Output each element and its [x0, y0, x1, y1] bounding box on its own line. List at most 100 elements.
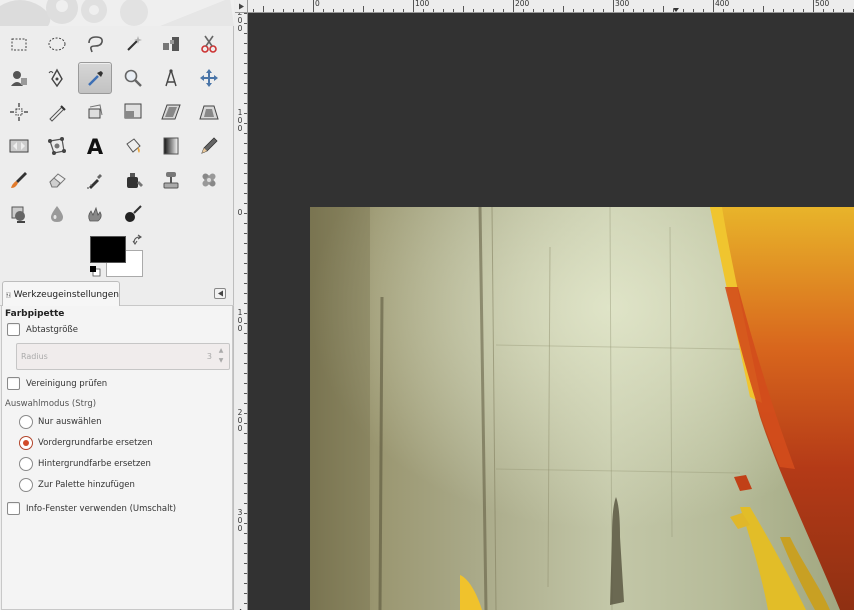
scale-tool[interactable]: [116, 96, 150, 128]
mode-add-to-palette[interactable]: Zur Palette hinzufügen: [19, 478, 135, 492]
sample-merged-checkbox[interactable]: [7, 377, 20, 390]
pencil-tool[interactable]: [192, 130, 226, 162]
move-arrows-icon: [200, 69, 218, 87]
airbrush-icon: [87, 174, 102, 189]
perspective-clone-tool[interactable]: [2, 198, 36, 230]
sample-average-option[interactable]: Abtastgröße: [7, 323, 78, 336]
select-by-color-tool[interactable]: [154, 28, 188, 60]
cage-icon: [48, 137, 66, 155]
vertical-ruler-label: 200: [237, 13, 243, 33]
tab-tool-options-label: Werkzeugeinstellungen: [13, 289, 119, 300]
blur-sharpen-tool[interactable]: [40, 198, 74, 230]
bandage-icon: [202, 173, 216, 187]
mode-pick-only-radio[interactable]: [19, 415, 33, 429]
rotate-tool[interactable]: [78, 96, 112, 128]
ink-tool[interactable]: [116, 164, 150, 196]
horizontal-ruler-label: 200: [515, 0, 530, 8]
eraser-tool[interactable]: [40, 164, 74, 196]
move-tool[interactable]: [192, 62, 226, 94]
sample-average-label: Abtastgröße: [26, 324, 79, 335]
fuzzy-select-tool[interactable]: [116, 28, 150, 60]
tab-tool-options[interactable]: Werkzeugeinstellungen: [2, 281, 120, 307]
mode-add-to-palette-radio[interactable]: [19, 478, 33, 492]
wilber-drop-area[interactable]: [0, 0, 234, 26]
radius-stepper-arrows[interactable]: ▲ ▼: [216, 346, 226, 368]
perspective-icon: [199, 105, 219, 120]
triangle-left-icon: [217, 290, 223, 297]
tool-options-panel: Farbpipette Abtastgröße Radius 3 ▲ ▼ Vere…: [1, 306, 233, 610]
image-canvas[interactable]: [310, 207, 854, 610]
tool-options-title: Farbpipette: [5, 309, 65, 319]
mode-set-foreground-radio[interactable]: [19, 436, 33, 450]
vertical-ruler-label: 200: [237, 408, 243, 433]
mode-pick-only[interactable]: Nur auswählen: [19, 415, 102, 429]
flip-icon: [9, 139, 29, 153]
color-picker-tool[interactable]: [78, 62, 112, 94]
vertical-ruler[interactable]: 2001000100200300400: [235, 13, 248, 610]
gradient-icon: [163, 137, 179, 155]
mode-set-foreground[interactable]: Vordergrundfarbe ersetzen: [19, 436, 153, 450]
foreground-color-swatch[interactable]: [90, 236, 126, 263]
sample-merged-label: Vereinigung prüfen: [26, 378, 108, 389]
magnifier-icon: [124, 69, 142, 87]
info-window-checkbox[interactable]: [7, 502, 20, 515]
measure-tool[interactable]: [154, 62, 188, 94]
toolbox: A Werkzeugeinstellungen Farbpipette Abta…: [0, 0, 234, 610]
clone-tool[interactable]: [154, 164, 188, 196]
foreground-select-tool[interactable]: [2, 62, 36, 94]
horizontal-ruler-label: 100: [415, 0, 430, 8]
perspective-clone-icon: [11, 206, 25, 223]
ink-bottle-icon: [127, 173, 143, 188]
scale-icon: [124, 103, 142, 119]
shear-tool[interactable]: [154, 96, 188, 128]
free-select-tool[interactable]: [78, 28, 112, 60]
photo-wall-with-autumn-plant: [310, 207, 854, 610]
flip-tool[interactable]: [2, 130, 36, 162]
dashed-ellipse-icon: [48, 37, 66, 51]
sample-average-checkbox[interactable]: [7, 323, 20, 336]
heal-tool[interactable]: [192, 164, 226, 196]
align-tool[interactable]: [2, 96, 36, 128]
crop-tool[interactable]: [40, 96, 74, 128]
horizontal-ruler-label: 400: [715, 0, 730, 8]
dock-menu-button[interactable]: [214, 288, 226, 299]
eraser-icon: [49, 173, 66, 188]
bucket-fill-tool[interactable]: [116, 130, 150, 162]
dodge-burn-icon: [125, 205, 142, 222]
mode-pick-only-label: Nur auswählen: [38, 417, 102, 427]
radius-value: 3: [206, 352, 212, 361]
mode-set-background[interactable]: Hintergrundfarbe ersetzen: [19, 457, 151, 471]
perspective-tool[interactable]: [192, 96, 226, 128]
radius-spinbutton[interactable]: Radius 3 ▲ ▼: [16, 343, 230, 370]
smudge-hand-icon: [88, 206, 102, 222]
paintbrush-tool[interactable]: [2, 164, 36, 196]
paths-tool[interactable]: [40, 62, 74, 94]
airbrush-tool[interactable]: [78, 164, 112, 196]
swap-colors-icon[interactable]: [132, 234, 144, 246]
svg-text:A: A: [87, 135, 104, 157]
info-window-option[interactable]: Info-Fenster verwenden (Umschalt): [7, 502, 176, 515]
align-icon: [10, 103, 28, 121]
color-select-icon: [163, 37, 179, 51]
ellipse-select-tool[interactable]: [40, 28, 74, 60]
blend-tool[interactable]: [154, 130, 188, 162]
default-colors-icon[interactable]: [89, 265, 101, 277]
smudge-tool[interactable]: [78, 198, 112, 230]
rect-select-tool[interactable]: [2, 28, 36, 60]
image-window[interactable]: 0 100 200 300 400 500 200 100 0 100 200 300 400: [235, 0, 854, 610]
horizontal-ruler[interactable]: 0 100 200 300 400 500: [248, 0, 854, 13]
scissors-select-tool[interactable]: [192, 28, 226, 60]
horizontal-ruler-ticks: [253, 0, 854, 12]
cage-transform-tool[interactable]: [40, 130, 74, 162]
dodge-burn-tool[interactable]: [116, 198, 150, 230]
sample-merged-option[interactable]: Vereinigung prüfen: [7, 377, 107, 390]
zoom-tool[interactable]: [116, 62, 150, 94]
text-tool[interactable]: A: [78, 130, 112, 162]
horizontal-ruler-label: 0: [315, 0, 320, 8]
mode-set-background-radio[interactable]: [19, 457, 33, 471]
dashed-rectangle-icon: [11, 38, 27, 51]
info-window-label: Info-Fenster verwenden (Umschalt): [26, 503, 177, 514]
vertical-ruler-label: 100: [237, 308, 243, 333]
mode-add-to-palette-label: Zur Palette hinzufügen: [38, 480, 135, 490]
quick-mask-corner-button[interactable]: [235, 0, 248, 13]
